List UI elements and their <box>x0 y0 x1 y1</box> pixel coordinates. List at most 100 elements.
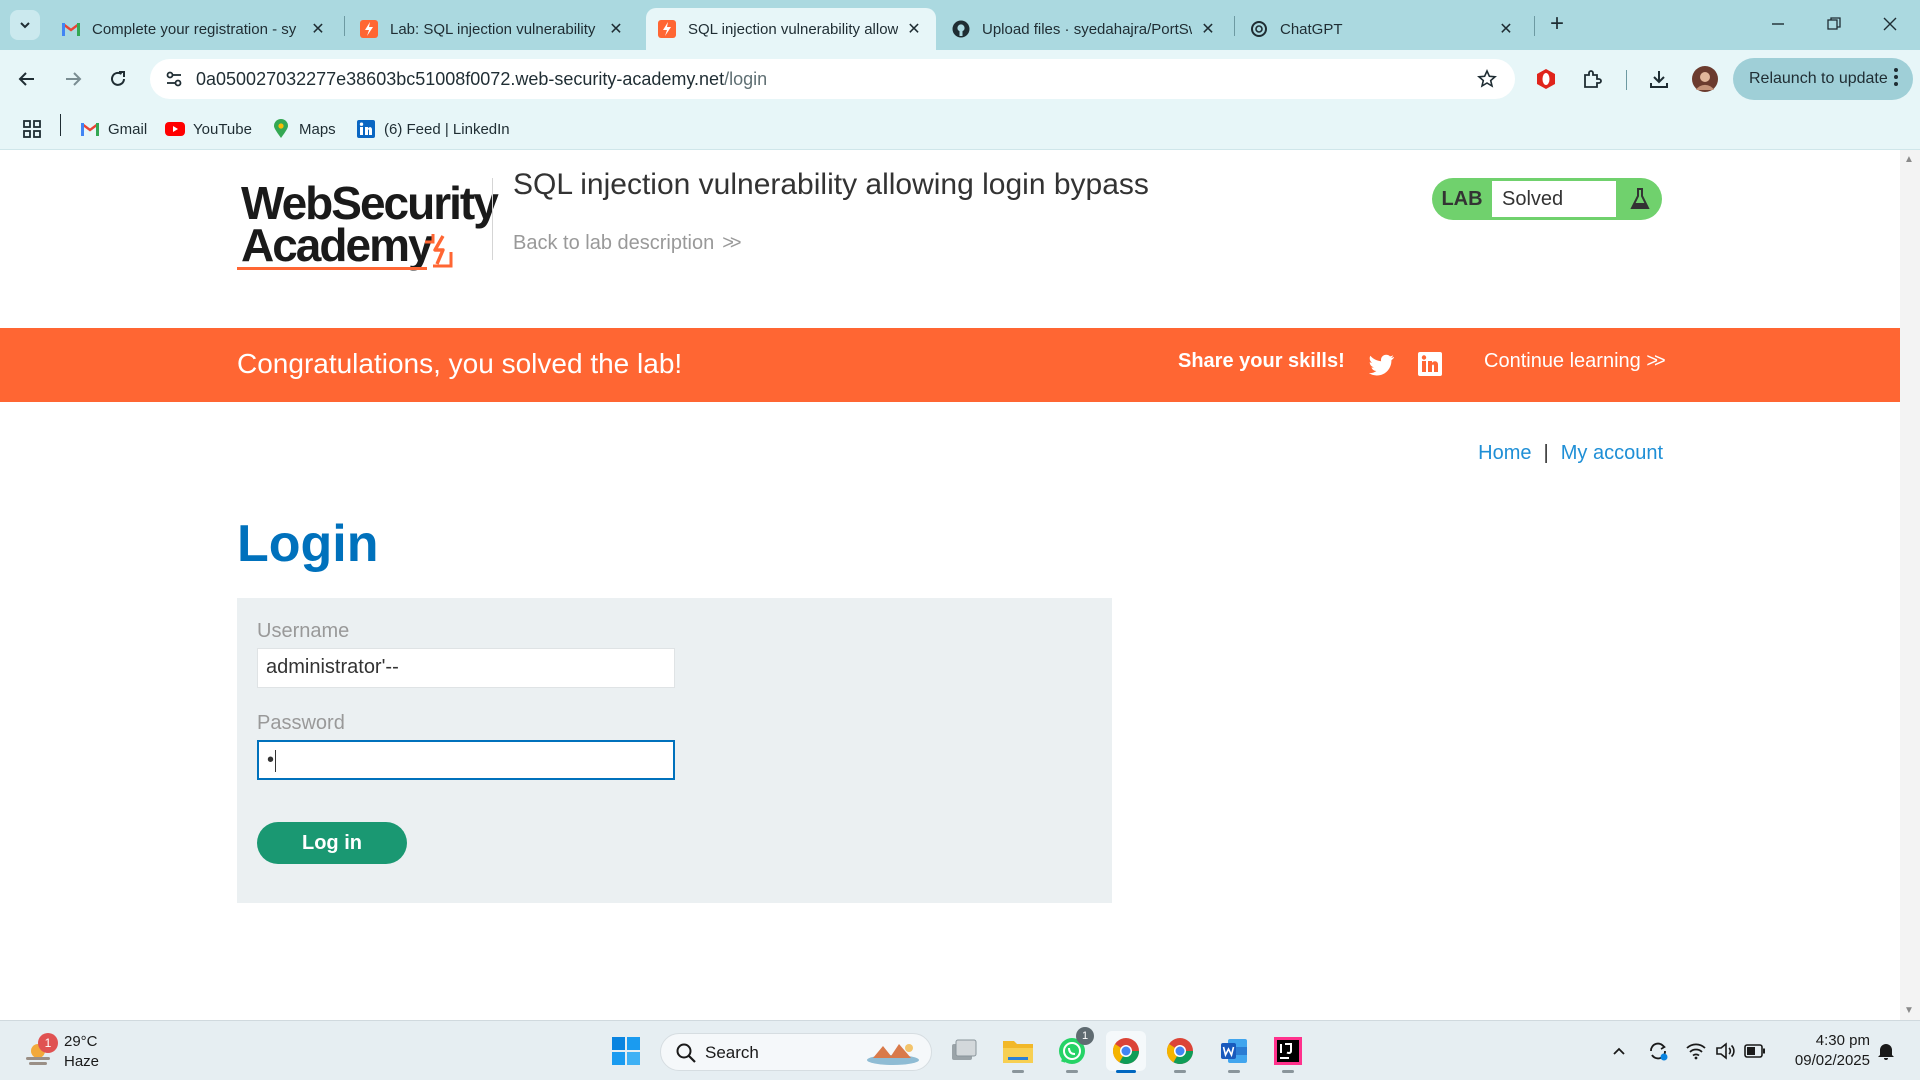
password-label: Password <box>257 712 345 734</box>
bookmark-linkedin[interactable]: (6) Feed | LinkedIn <box>356 117 510 141</box>
bookmark-label: Maps <box>299 120 336 138</box>
tab-title: ChatGPT <box>1280 20 1343 38</box>
address-bar[interactable]: 0a050027032277e38603bc51008f0072.web-sec… <box>150 59 1515 99</box>
scroll-up-arrow-icon[interactable]: ▲ <box>1904 154 1914 165</box>
tab-gmail-registration[interactable]: Complete your registration - sy ✕ <box>50 8 340 50</box>
sync-icon[interactable] <box>1646 1039 1670 1063</box>
web-security-academy-logo[interactable]: WebSecurity Academy <box>237 176 499 271</box>
twitter-icon[interactable] <box>1369 352 1395 378</box>
scroll-down-arrow-icon[interactable]: ▼ <box>1904 1005 1914 1016</box>
taskbar-search[interactable]: Search <box>660 1033 932 1071</box>
home-link[interactable]: Home <box>1478 442 1531 464</box>
restore-button[interactable] <box>1814 10 1854 40</box>
tab-separator <box>1234 16 1235 36</box>
logo-line-2: Academy <box>241 219 434 271</box>
task-view-icon <box>952 1039 977 1060</box>
login-form: Username administrator'-- Password • Log… <box>237 598 1112 903</box>
bookmark-maps[interactable]: Maps <box>271 117 336 141</box>
gmail-icon <box>62 20 80 38</box>
forward-button[interactable] <box>58 64 88 94</box>
portswigger-icon <box>658 20 676 38</box>
task-view-button[interactable] <box>944 1031 984 1071</box>
system-clock[interactable]: 4:30 pm 09/02/2025 <box>1780 1031 1870 1071</box>
close-icon[interactable]: ✕ <box>308 19 328 39</box>
tab-chatgpt[interactable]: ChatGPT ✕ <box>1238 8 1528 50</box>
extensions-icon[interactable] <box>1577 64 1607 94</box>
tab-github-upload[interactable]: Upload files · syedahajra/PortSw ✕ <box>940 8 1230 50</box>
chrome-icon <box>1166 1038 1194 1065</box>
profile-avatar[interactable] <box>1690 64 1720 94</box>
site-info-icon[interactable] <box>162 67 186 91</box>
reload-icon <box>111 71 125 86</box>
tab-search-button[interactable] <box>10 10 40 40</box>
new-tab-button[interactable]: + <box>1544 12 1570 38</box>
volume-icon[interactable] <box>1713 1039 1737 1063</box>
word-app[interactable] <box>1214 1031 1254 1073</box>
tab-title: Upload files · syedahajra/PortSw <box>982 20 1192 38</box>
running-indicator <box>1012 1070 1024 1073</box>
tab-separator <box>1534 16 1535 36</box>
back-button[interactable] <box>12 64 42 94</box>
close-icon[interactable]: ✕ <box>1198 19 1218 39</box>
my-account-link[interactable]: My account <box>1561 442 1663 464</box>
password-input[interactable]: • <box>257 740 675 780</box>
continue-learning-label: Continue learning <box>1484 350 1641 372</box>
show-hidden-icons-chevron-up-icon[interactable] <box>1607 1039 1631 1063</box>
username-input[interactable]: administrator'-- <box>257 648 675 688</box>
downloads-icon[interactable] <box>1644 64 1674 94</box>
page-scrollbar[interactable]: ▲ ▼ <box>1900 150 1920 1020</box>
close-icon[interactable]: ✕ <box>606 19 626 39</box>
running-indicator <box>1282 1070 1294 1073</box>
tab-sqli-login-active[interactable]: SQL injection vulnerability allow ✕ <box>646 8 936 50</box>
file-explorer-app[interactable] <box>998 1031 1038 1073</box>
log-in-button[interactable]: Log in <box>257 822 407 864</box>
minimize-icon <box>1772 23 1784 25</box>
double-chevron-right-icon: >> <box>1646 350 1665 372</box>
relaunch-to-update-button[interactable]: Relaunch to update <box>1733 58 1913 100</box>
tab-separator <box>344 16 345 36</box>
bookmarks-separator <box>60 114 61 136</box>
window-close-button[interactable] <box>1870 10 1910 40</box>
url-text[interactable]: 0a050027032277e38603bc51008f0072.web-sec… <box>196 69 767 90</box>
chrome-app-active[interactable] <box>1106 1031 1146 1073</box>
youtube-icon <box>165 119 185 139</box>
close-icon <box>1883 17 1897 31</box>
logo-underline <box>237 267 427 270</box>
tab-lab-sqli[interactable]: Lab: SQL injection vulnerability ✕ <box>348 8 638 50</box>
chrome-profile-app[interactable] <box>1160 1031 1200 1073</box>
bookmark-youtube[interactable]: YouTube <box>165 117 252 141</box>
minimize-button[interactable] <box>1758 10 1798 40</box>
whatsapp-app[interactable]: 1 <box>1052 1027 1094 1073</box>
notifications-bell-icon[interactable] <box>1874 1039 1898 1063</box>
more-vert-icon[interactable] <box>1893 67 1899 92</box>
close-icon[interactable]: ✕ <box>904 19 924 39</box>
back-to-lab-description-link[interactable]: Back to lab description >> <box>513 232 742 255</box>
relaunch-label: Relaunch to update <box>1749 70 1888 87</box>
windows-logo-icon <box>612 1037 640 1065</box>
wifi-icon[interactable] <box>1684 1039 1708 1063</box>
share-skills-label: Share your skills! <box>1178 350 1345 372</box>
close-icon[interactable]: ✕ <box>1496 19 1516 39</box>
bookmark-star-icon[interactable] <box>1475 67 1499 91</box>
running-indicator <box>1066 1070 1078 1073</box>
opera-extension-icon[interactable] <box>1531 64 1561 94</box>
linkedin-icon <box>356 119 376 139</box>
apps-button[interactable] <box>22 117 50 141</box>
continue-learning-link[interactable]: Continue learning >> <box>1484 350 1666 373</box>
portswigger-icon <box>360 20 378 38</box>
apps-grid-icon <box>22 119 42 139</box>
bookmark-gmail[interactable]: Gmail <box>80 117 147 141</box>
double-chevron-right-icon: >> <box>722 232 741 254</box>
search-icon <box>676 1043 696 1063</box>
battery-icon[interactable] <box>1743 1039 1767 1063</box>
weather-widget[interactable]: 1 29°C Haze <box>20 1031 140 1071</box>
linkedin-icon[interactable] <box>1418 352 1442 376</box>
start-button[interactable] <box>606 1031 646 1071</box>
reload-button[interactable] <box>103 64 133 94</box>
url-path: /login <box>724 69 768 89</box>
intellij-app[interactable] <box>1268 1031 1308 1073</box>
search-highlight-image <box>867 1044 919 1065</box>
lab-badge-label: LAB <box>1441 188 1483 210</box>
weather-temperature: 29°C <box>64 1033 98 1050</box>
windows-taskbar: 1 29°C Haze Search 1 4:30 pm 09/02/2025 <box>0 1020 1920 1080</box>
